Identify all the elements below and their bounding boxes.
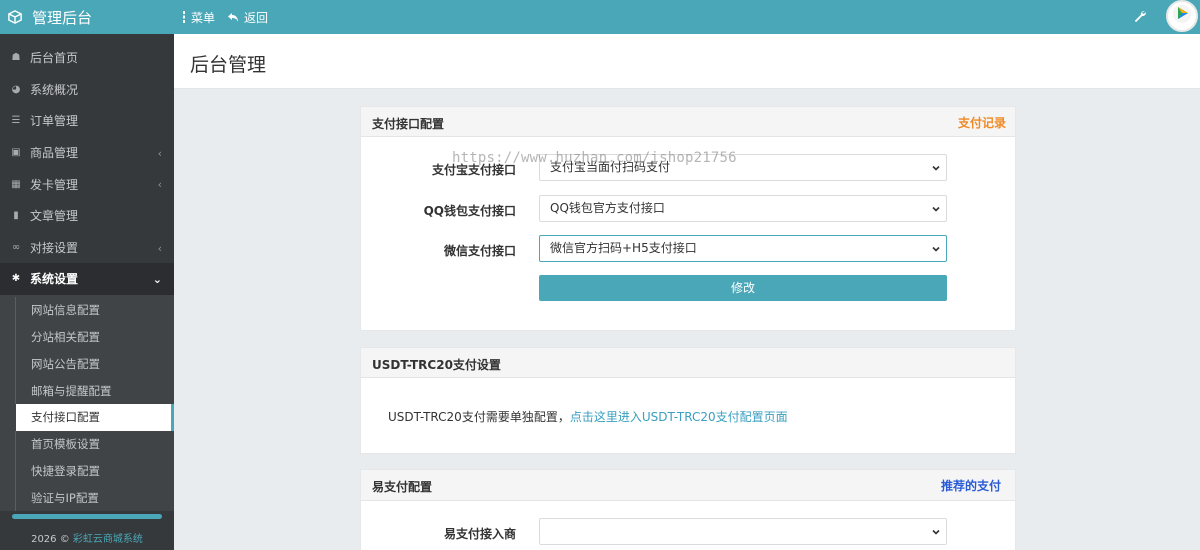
chevron-left-icon: ‹ bbox=[157, 241, 162, 255]
wxpay-label: 微信支付接口 bbox=[443, 244, 516, 258]
home-icon: ☗ bbox=[11, 52, 21, 64]
sidebar-subitem-substation[interactable]: 分站相关配置 bbox=[0, 323, 174, 351]
usdt-panel: USDT-TRC20支付设置 USDT-TRC20支付需要单独配置，点击这里进入… bbox=[360, 347, 1016, 454]
usdt-text: USDT-TRC20支付需要单独配置， bbox=[388, 410, 570, 424]
sidebar-item-docking[interactable]: ∞ 对接设置 ‹ bbox=[0, 232, 174, 264]
sidebar-footer: 2026 © 彩虹云商城系统 bbox=[0, 514, 174, 550]
back-button[interactable]: 返回 bbox=[227, 9, 268, 26]
copyright: 2026 © 彩虹云商城系统 bbox=[0, 530, 174, 545]
chevron-down-icon: ⌄ bbox=[152, 273, 162, 287]
sidebar-item-label: 商品管理 bbox=[30, 146, 79, 161]
vertical-dots-icon bbox=[183, 11, 185, 23]
book-icon: ▮ bbox=[13, 210, 19, 222]
sidebar-item-orders[interactable]: ☰ 订单管理 bbox=[0, 105, 174, 137]
sidebar-subitem-label: 网站公告配置 bbox=[31, 356, 100, 371]
payment-records-link[interactable]: 支付记录 bbox=[958, 114, 1006, 131]
wxpay-select-value: 微信官方扫码+H5支付接口 bbox=[550, 241, 697, 255]
usdt-config-link[interactable]: 点击这里进入USDT-TRC20支付配置页面 bbox=[570, 410, 788, 424]
system-settings-submenu: 网站信息配置 分站相关配置 网站公告配置 邮箱与提醒配置 支付接口配置 首页模板… bbox=[0, 294, 174, 512]
panel-header: 易支付配置 推荐的支付 bbox=[361, 470, 1015, 501]
epay-provider-row: 易支付接入商 bbox=[361, 518, 1017, 546]
sidebar-subitem-label: 快捷登录配置 bbox=[31, 463, 100, 478]
gear-icon: ✱ bbox=[11, 273, 21, 285]
sidebar-subitem-email[interactable]: 邮箱与提醒配置 bbox=[0, 377, 174, 404]
sidebar-item-label: 发卡管理 bbox=[30, 177, 79, 192]
recommended-payment-link[interactable]: 推荐的支付 bbox=[941, 477, 1001, 494]
sidebar-item-overview[interactable]: ◕ 系统概况 bbox=[0, 74, 174, 106]
panel-title: 支付接口配置 bbox=[372, 117, 445, 131]
sidebar-subitem-label: 支付接口配置 bbox=[31, 410, 100, 425]
sidebar-subitem-label: 网站信息配置 bbox=[31, 303, 100, 318]
watermark: https://www.huzhan.com/ishop21756 bbox=[452, 150, 737, 166]
back-label: 返回 bbox=[244, 10, 269, 25]
wrench-icon[interactable] bbox=[1133, 9, 1147, 23]
panel-title: USDT-TRC20支付设置 bbox=[372, 358, 501, 372]
chevron-down-icon bbox=[932, 246, 940, 252]
sidebar-item-label: 文章管理 bbox=[30, 209, 79, 224]
panel-header: 支付接口配置 支付记录 bbox=[361, 107, 1015, 137]
sidebar-subitem-announcement[interactable]: 网站公告配置 bbox=[0, 350, 174, 377]
chevron-down-icon bbox=[932, 206, 940, 212]
sidebar-item-home[interactable]: ☗ 后台首页 bbox=[0, 42, 174, 74]
sidebar-subitem-label: 首页模板设置 bbox=[31, 437, 100, 452]
sidebar-subitem-label: 邮箱与提醒配置 bbox=[31, 383, 112, 398]
connect-icon: ∞ bbox=[11, 241, 21, 253]
system-name-link[interactable]: 彩虹云商城系统 bbox=[73, 534, 143, 545]
epay-panel: 易支付配置 推荐的支付 易支付接入商 bbox=[360, 469, 1016, 550]
sidebar-subitem-label: 分站相关配置 bbox=[31, 329, 100, 344]
usdt-description: USDT-TRC20支付需要单独配置，点击这里进入USDT-TRC20支付配置页… bbox=[388, 408, 788, 425]
avatar-logo-icon bbox=[1173, 5, 1191, 23]
qqpay-select[interactable]: QQ钱包官方支付接口 bbox=[539, 195, 947, 222]
wxpay-select[interactable]: 微信官方扫码+H5支付接口 bbox=[539, 235, 947, 262]
app-title: 管理后台 bbox=[32, 8, 93, 27]
sidebar-item-label: 订单管理 bbox=[30, 114, 79, 129]
cube-icon bbox=[8, 10, 22, 24]
sidebar-item-label: 后台首页 bbox=[30, 51, 79, 66]
sidebar: ☗ 后台首页 ◕ 系统概况 ☰ 订单管理 ▣ 商品管理 ‹ ▦ 发卡管理 ‹ ▮… bbox=[0, 34, 174, 550]
page-header: 后台管理 bbox=[174, 34, 1200, 89]
sidebar-item-articles[interactable]: ▮ 文章管理 bbox=[0, 200, 174, 232]
top-bar: 管理后台 菜单 返回 bbox=[0, 0, 1200, 34]
sidebar-scrollbar[interactable] bbox=[12, 514, 162, 519]
sidebar-subitem-verify-ip[interactable]: 验证与IP配置 bbox=[0, 484, 174, 511]
sidebar-item-label: 对接设置 bbox=[30, 240, 79, 255]
dashboard-icon: ◕ bbox=[11, 83, 21, 95]
reply-icon bbox=[228, 12, 239, 22]
brand[interactable]: 管理后台 bbox=[0, 0, 174, 34]
sidebar-subitem-site-info[interactable]: 网站信息配置 bbox=[0, 296, 174, 324]
avatar[interactable] bbox=[1166, 0, 1198, 32]
sidebar-item-products[interactable]: ▣ 商品管理 ‹ bbox=[0, 137, 174, 169]
qqpay-row: QQ钱包支付接口 QQ钱包官方支付接口 bbox=[361, 195, 1017, 223]
copyright-year: 2026 © bbox=[31, 534, 70, 545]
sidebar-subitem-quick-login[interactable]: 快捷登录配置 bbox=[0, 457, 174, 485]
panel-title: 易支付配置 bbox=[372, 480, 433, 494]
grid-icon: ▦ bbox=[11, 178, 21, 190]
panel-header: USDT-TRC20支付设置 bbox=[361, 348, 1015, 378]
qqpay-select-value: QQ钱包官方支付接口 bbox=[550, 201, 665, 215]
menu-label: 菜单 bbox=[191, 10, 216, 25]
sidebar-subitem-template[interactable]: 首页模板设置 bbox=[0, 430, 174, 458]
qqpay-label: QQ钱包支付接口 bbox=[423, 204, 516, 218]
menu-toggle-button[interactable]: 菜单 bbox=[182, 9, 215, 26]
cart-icon: ▣ bbox=[11, 147, 21, 159]
chevron-down-icon bbox=[932, 529, 940, 535]
top-nav: 菜单 返回 bbox=[182, 0, 268, 34]
wxpay-row: 微信支付接口 微信官方扫码+H5支付接口 bbox=[361, 235, 1017, 263]
sidebar-item-label: 系统设置 bbox=[30, 272, 79, 287]
page-title: 后台管理 bbox=[190, 54, 267, 76]
sidebar-item-cards[interactable]: ▦ 发卡管理 ‹ bbox=[0, 168, 174, 200]
epay-provider-label: 易支付接入商 bbox=[443, 527, 516, 541]
epay-provider-select[interactable] bbox=[539, 518, 947, 545]
submit-button[interactable]: 修改 bbox=[539, 275, 947, 301]
sidebar-subitem-payment[interactable]: 支付接口配置 bbox=[16, 403, 174, 431]
chevron-left-icon: ‹ bbox=[157, 146, 162, 160]
sidebar-item-system-settings[interactable]: ✱ 系统设置 ⌄ bbox=[0, 263, 174, 295]
chevron-down-icon bbox=[932, 165, 940, 171]
sidebar-item-label: 系统概况 bbox=[30, 82, 79, 97]
chevron-left-icon: ‹ bbox=[157, 178, 162, 192]
list-icon: ☰ bbox=[11, 115, 21, 127]
payment-config-panel: 支付接口配置 支付记录 支付宝支付接口 支付宝当面付扫码支付 QQ钱包支付接口 … bbox=[360, 106, 1016, 331]
sidebar-subitem-label: 验证与IP配置 bbox=[31, 490, 99, 505]
